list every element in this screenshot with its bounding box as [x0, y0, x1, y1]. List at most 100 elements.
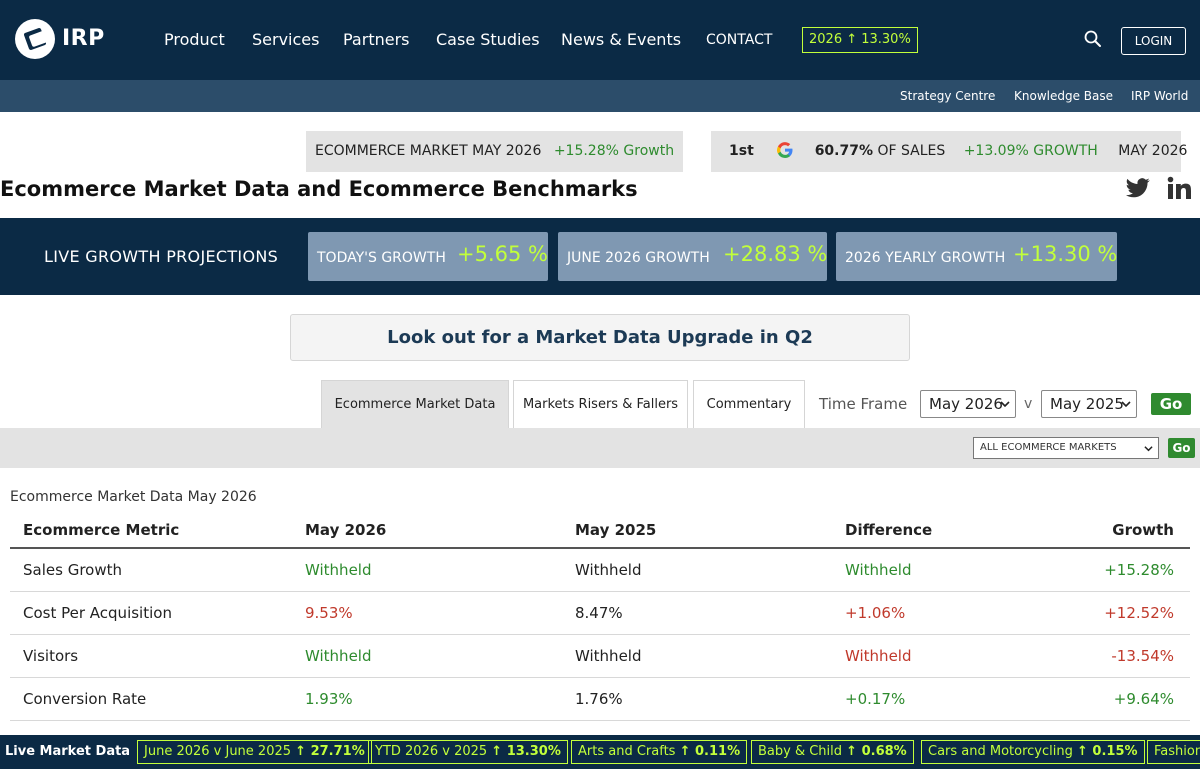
- ticker-item[interactable]: Arts and Crafts ↑ 0.11%: [571, 740, 748, 764]
- table-row: Cost Per Acquisition 9.53% 8.47% +1.06% …: [10, 591, 1190, 635]
- yearly-growth-pill[interactable]: 2026 ↑ 13.30%: [802, 27, 918, 53]
- google-growth: +13.09% GROWTH: [963, 143, 1098, 159]
- ticker-item[interactable]: Fashion: [1147, 740, 1200, 764]
- header-metric: Ecommerce Metric: [10, 513, 292, 549]
- market-growth-word: Growth: [623, 143, 675, 159]
- ticker-item-value: ↑ 27.71%: [295, 744, 365, 759]
- market-summary-label: ECOMMERCE MARKET MAY 2026: [315, 143, 542, 159]
- current-value: Withheld: [292, 548, 562, 592]
- header-difference: Difference: [832, 513, 1062, 549]
- login-button[interactable]: LOGIN: [1121, 27, 1186, 55]
- todays-growth-value: +5.65 %: [457, 242, 548, 266]
- previous-value: 1.76%: [562, 677, 832, 721]
- secondary-navigation: Strategy Centre Knowledge Base IRP World: [0, 80, 1200, 112]
- logo-text[interactable]: IRP: [62, 26, 105, 51]
- nav-partners[interactable]: Partners: [343, 30, 409, 49]
- ticker-item-label: Fashion: [1154, 744, 1200, 759]
- tab-market-risers-fallers[interactable]: Markets Risers & Fallers: [513, 380, 688, 428]
- nav-case-studies[interactable]: Case Studies: [436, 30, 540, 49]
- ticker-item-value: ↑ 0.68%: [846, 744, 907, 759]
- versus-separator: v: [1024, 396, 1033, 412]
- subnav-knowledge-base[interactable]: Knowledge Base: [1014, 89, 1113, 103]
- growth-value: +15.28%: [1062, 548, 1190, 592]
- ticker-item-value: ↑ 0.11%: [679, 744, 741, 759]
- ticker-item[interactable]: Baby & Child ↑ 0.68%: [751, 740, 914, 764]
- ticker-item-label: Baby & Child: [758, 744, 843, 759]
- tab-commentary[interactable]: Commentary: [693, 380, 805, 428]
- difference-value: Withheld: [832, 634, 1062, 678]
- ticker-item-label: June 2026 v June 2025: [144, 744, 292, 759]
- previous-value: Withheld: [562, 548, 832, 592]
- yearly-growth-label: 2026 YEARLY GROWTH: [845, 250, 1006, 266]
- search-icon[interactable]: [1083, 29, 1103, 49]
- june-growth-box[interactable]: JUNE 2026 GROWTH +28.83 %: [558, 232, 827, 281]
- google-icon: [777, 141, 793, 158]
- nav-services[interactable]: Services: [252, 30, 319, 49]
- header-previous-period: May 2025: [562, 513, 832, 549]
- june-growth-label: JUNE 2026 GROWTH: [567, 250, 710, 266]
- table-caption: Ecommerce Market Data May 2026: [10, 489, 257, 505]
- market-select-value: ALL ECOMMERCE MARKETS: [980, 442, 1117, 453]
- ticker-item[interactable]: YTD 2026 v 2025 ↑ 13.30%: [368, 740, 568, 764]
- tab-ecommerce-market-data[interactable]: Ecommerce Market Data: [321, 380, 509, 428]
- market-filter-bar: ALL ECOMMERCE MARKETS Go: [0, 428, 1200, 468]
- nav-news-events[interactable]: News & Events: [561, 30, 681, 49]
- previous-value: Withheld: [562, 634, 832, 678]
- google-rank: 1st: [729, 143, 754, 159]
- metric-name: Cost Per Acquisition: [10, 591, 292, 635]
- ticker-item-label: Cars and Motorcycling: [928, 744, 1073, 759]
- nav-contact[interactable]: CONTACT: [706, 32, 772, 48]
- google-period: MAY 2026: [1118, 143, 1188, 159]
- time-frame-from-select[interactable]: May 2026: [920, 390, 1016, 418]
- current-value: 1.93%: [292, 677, 562, 721]
- page-title: Ecommerce Market Data and Ecommerce Benc…: [0, 177, 638, 201]
- june-growth-value: +28.83 %: [723, 242, 828, 266]
- market-select[interactable]: ALL ECOMMERCE MARKETS: [973, 437, 1159, 459]
- table-header-row: Ecommerce Metric May 2026 May 2025 Diffe…: [10, 513, 1190, 549]
- live-market-ticker: Live Market Data June 2026 v June 2025 ↑…: [0, 735, 1200, 769]
- live-growth-projections: LIVE GROWTH PROJECTIONS TODAY'S GROWTH +…: [0, 218, 1200, 295]
- current-value: Withheld: [292, 634, 562, 678]
- projections-label: LIVE GROWTH PROJECTIONS: [44, 247, 279, 266]
- ecommerce-market-summary[interactable]: ECOMMERCE MARKET MAY 2026 +15.28% Growth: [306, 131, 683, 172]
- metric-name: Visitors: [10, 634, 292, 678]
- market-data-table: Ecommerce Metric May 2026 May 2025 Diffe…: [10, 513, 1190, 721]
- google-share-summary[interactable]: 1st 60.77% OF SALES +13.09% GROWTH MAY 2…: [711, 131, 1187, 172]
- ticker-item[interactable]: Cars and Motorcycling ↑ 0.15%: [921, 740, 1145, 764]
- irp-logo-icon[interactable]: [14, 18, 56, 60]
- header-current-period: May 2026: [292, 513, 562, 549]
- table-row: Sales Growth Withheld Withheld Withheld …: [10, 548, 1190, 592]
- difference-value: Withheld: [832, 548, 1062, 592]
- time-frame-go-button[interactable]: Go: [1151, 393, 1191, 415]
- chevron-down-icon: [1121, 401, 1131, 408]
- ticker-label: Live Market Data: [5, 744, 131, 759]
- metric-name: Sales Growth: [10, 548, 292, 592]
- yearly-growth-box[interactable]: 2026 YEARLY GROWTH +13.30 %: [836, 232, 1117, 281]
- yearly-growth-value: +13.30 %: [1013, 242, 1118, 266]
- market-go-button[interactable]: Go: [1168, 438, 1195, 458]
- growth-value: +9.64%: [1062, 677, 1190, 721]
- table-row: Conversion Rate 1.93% 1.76% +0.17% +9.64…: [10, 677, 1190, 721]
- previous-value: 8.47%: [562, 591, 832, 635]
- top-navigation: IRP Product Services Partners Case Studi…: [0, 0, 1200, 80]
- nav-product[interactable]: Product: [164, 30, 225, 49]
- difference-value: +0.17%: [832, 677, 1062, 721]
- time-frame-to-select[interactable]: May 2025: [1041, 390, 1137, 418]
- google-share-label: OF SALES: [877, 143, 946, 159]
- todays-growth-box[interactable]: TODAY'S GROWTH +5.65 %: [308, 232, 548, 281]
- growth-value: +12.52%: [1062, 591, 1190, 635]
- difference-value: +1.06%: [832, 591, 1062, 635]
- chevron-down-icon: [1144, 446, 1153, 452]
- upgrade-banner: Look out for a Market Data Upgrade in Q2: [290, 314, 910, 361]
- todays-growth-label: TODAY'S GROWTH: [317, 250, 446, 266]
- twitter-icon[interactable]: [1126, 177, 1150, 199]
- subnav-strategy-centre[interactable]: Strategy Centre: [900, 89, 995, 103]
- subnav-irp-world[interactable]: IRP World: [1131, 89, 1188, 103]
- ticker-item[interactable]: June 2026 v June 2025 ↑ 27.71%: [137, 740, 372, 764]
- linkedin-icon[interactable]: [1167, 176, 1191, 200]
- growth-value: -13.54%: [1062, 634, 1190, 678]
- ticker-item-value: ↑ 0.15%: [1077, 744, 1138, 759]
- current-value: 9.53%: [292, 591, 562, 635]
- ticker-item-label: Arts and Crafts: [578, 744, 676, 759]
- from-select-value: May 2026: [929, 395, 1003, 413]
